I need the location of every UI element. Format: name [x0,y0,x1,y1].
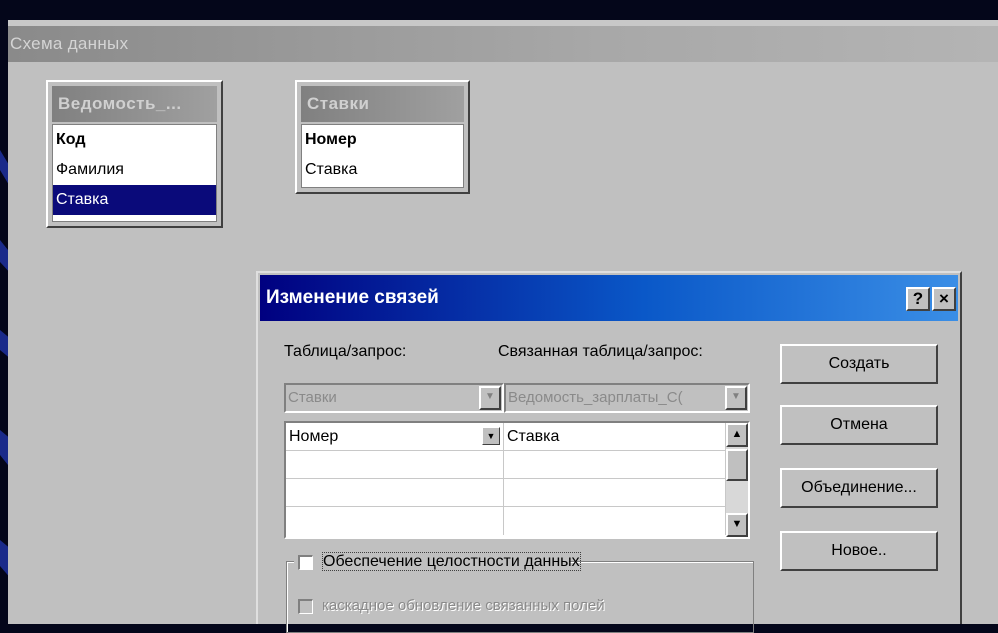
close-button[interactable]: × [932,287,956,311]
field-list: Код Фамилия Ставка [52,124,217,222]
grid-cell-right[interactable] [504,507,726,535]
grid-scrollbar[interactable]: ▲ ▼ [726,423,748,537]
enforce-integrity-label: Обеспечение целостности данных [322,552,581,571]
cascade-update-label: каскадное обновление связанных полей [322,597,605,614]
cancel-button[interactable]: Отмена [780,405,938,445]
chevron-down-icon[interactable]: ▼ [725,386,747,410]
grid-cell-left[interactable]: Номер ▼ [286,423,504,451]
table-query-value: Ставки [288,389,337,406]
chevron-down-icon[interactable]: ▼ [479,386,501,410]
dialog-title-bar[interactable]: Изменение связей ? × [260,275,958,321]
grid-cell-left[interactable] [286,479,504,507]
grid-cell-right[interactable] [504,451,726,479]
join-type-button[interactable]: Объединение... [780,468,938,508]
grid-cell-left[interactable] [286,451,504,479]
table-box-vedomost[interactable]: Ведомость_... Код Фамилия Ставка [46,80,223,228]
enforce-integrity-checkbox[interactable] [298,555,313,570]
enforce-integrity-option[interactable]: Обеспечение целостности данных [294,551,581,573]
field-item[interactable]: Фамилия [53,155,216,185]
field-item[interactable]: Код [53,125,216,155]
table-box-title[interactable]: Ведомость_... [52,86,217,122]
edit-relationships-dialog: Изменение связей ? × Таблица/запрос: Свя… [256,271,962,633]
related-table-combo[interactable]: Ведомость_зарплаты_С( ▼ [504,383,750,413]
table-query-label: Таблица/запрос: [284,343,407,360]
field-item-selected[interactable]: Ставка [53,185,216,215]
dialog-title: Изменение связей [266,287,439,308]
scroll-thumb[interactable] [726,449,748,481]
grid-cell-text: Номер [289,428,339,445]
grid-cell-left[interactable] [286,507,504,535]
field-list: Номер Ставка [301,124,464,188]
help-icon: ? [912,289,924,308]
chevron-down-icon[interactable]: ▼ [482,427,500,445]
help-button[interactable]: ? [906,287,930,311]
related-table-query-label: Связанная таблица/запрос: [498,343,703,360]
table-query-combo[interactable]: Ставки ▼ [284,383,504,413]
field-item[interactable]: Ставка [302,155,463,185]
field-item[interactable]: Номер [302,125,463,155]
create-button[interactable]: Создать [780,344,938,384]
table-box-stavki[interactable]: Ставки Номер Ставка [295,80,470,194]
scroll-up-icon[interactable]: ▲ [726,423,748,447]
scroll-down-icon[interactable]: ▼ [726,513,748,537]
new-button[interactable]: Новое.. [780,531,938,571]
window-title: Схема данных [8,26,998,62]
cascade-update-checkbox[interactable] [298,599,313,614]
grid-cell-right[interactable] [504,479,726,507]
field-mapping-grid[interactable]: Номер ▼ Ставка ▲ ▼ [284,421,750,539]
close-icon: × [939,289,949,308]
grid-cell-right[interactable]: Ставка [504,423,726,451]
related-table-value: Ведомость_зарплаты_С( [508,389,683,406]
table-box-title[interactable]: Ставки [301,86,464,122]
